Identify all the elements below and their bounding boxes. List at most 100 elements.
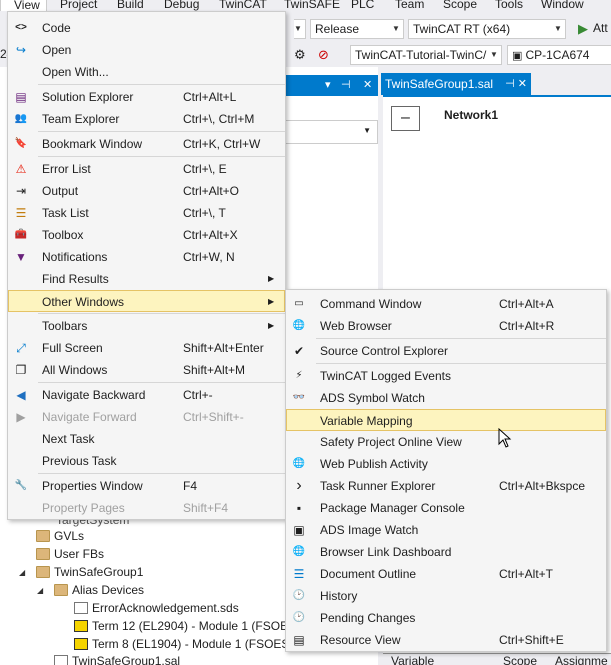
label: Navigate Forward bbox=[42, 410, 137, 424]
tab-buttons[interactable]: ⊣ ✕ bbox=[505, 73, 527, 95]
menu-item-ads-image-watch[interactable]: ▣ ADS Image Watch bbox=[286, 519, 606, 541]
menu-item-twincat-logged-events[interactable]: ⚡ TwinCAT Logged Events bbox=[286, 365, 606, 387]
tree-item-twinsafegroup1[interactable]: TwinSafeGroup1 bbox=[36, 563, 143, 581]
menu-build[interactable]: Build bbox=[117, 0, 144, 11]
menu-project[interactable]: Project bbox=[60, 0, 97, 11]
search-input[interactable]: ▼ bbox=[283, 120, 378, 144]
target-combo[interactable]: ▣ CP-1CA674 bbox=[507, 45, 611, 65]
shortcut: Ctrl+Alt+X bbox=[183, 228, 238, 242]
menu-separator bbox=[316, 363, 606, 364]
menu-tools[interactable]: Tools bbox=[495, 0, 523, 11]
menu-item-code[interactable]: <> Code bbox=[8, 17, 285, 39]
menu-item-ads-symbol-watch[interactable]: 👓 ADS Symbol Watch bbox=[286, 387, 606, 409]
expand-icon[interactable]: ◢ bbox=[37, 586, 43, 595]
col-assignment[interactable]: Assignme bbox=[555, 654, 608, 665]
menu-twinsafe[interactable]: TwinSAFE bbox=[284, 0, 340, 11]
menu-item-error-list[interactable]: ⚠ Error List Ctrl+\, E bbox=[8, 158, 285, 180]
menu-item-output[interactable]: ⇥ Output Ctrl+Alt+O bbox=[8, 180, 285, 202]
tree-item-term8[interactable]: Term 8 (EL1904) - Module 1 (FSOES) bbox=[74, 635, 293, 653]
menu-item-package-manager-console[interactable]: ▪ Package Manager Console bbox=[286, 497, 606, 519]
menu-team[interactable]: Team bbox=[395, 0, 424, 11]
menu-item-browser-link-dashboard[interactable]: 🌐 Browser Link Dashboard bbox=[286, 541, 606, 563]
menu-item-bookmark-window[interactable]: 🔖 Bookmark Window Ctrl+K, Ctrl+W bbox=[8, 133, 285, 155]
tree-item-user-fbs[interactable]: User FBs bbox=[36, 545, 104, 563]
menu-item-safety-project-online-view[interactable]: Safety Project Online View bbox=[286, 431, 606, 453]
search-dropdown-icon[interactable]: ▼ bbox=[363, 126, 371, 135]
menu-item-open-with[interactable]: Open With... bbox=[8, 61, 285, 83]
platform-combo[interactable]: TwinCAT RT (x64) ▼ bbox=[408, 19, 566, 39]
menu-view[interactable]: View bbox=[0, 0, 47, 12]
label: Other Windows bbox=[42, 295, 125, 309]
label: Safety Project Online View bbox=[320, 435, 462, 449]
document-tab[interactable]: TwinSafeGroup1.sal ⊣ ✕ bbox=[381, 73, 531, 95]
shortcut: Shift+F4 bbox=[183, 501, 229, 515]
menu-item-source-control-explorer[interactable]: ✔ Source Control Explorer bbox=[286, 340, 606, 362]
menu-item-solution-explorer[interactable]: ▤ Solution Explorer Ctrl+Alt+L bbox=[8, 86, 285, 108]
play-icon[interactable]: ▶ bbox=[578, 21, 588, 37]
col-scope[interactable]: Scope bbox=[503, 654, 537, 665]
menu-item-team-explorer[interactable]: 👥 Team Explorer Ctrl+\, Ctrl+M bbox=[8, 108, 285, 130]
menu-item-other-windows[interactable]: Other Windows ▶ bbox=[8, 290, 285, 312]
menu-item-properties-window[interactable]: 🔧 Properties Window F4 bbox=[8, 475, 285, 497]
menu-item-property-pages[interactable]: Property Pages Shift+F4 bbox=[8, 497, 285, 519]
menu-item-web-browser[interactable]: 🌐 Web Browser Ctrl+Alt+R bbox=[286, 315, 606, 337]
pin-icon[interactable]: ⊣ bbox=[341, 78, 351, 91]
close-icon[interactable]: ✕ bbox=[363, 78, 372, 91]
shortcut: Ctrl+Shift+E bbox=[499, 633, 564, 647]
label: Properties Window bbox=[42, 479, 143, 493]
tree-label: Term 8 (EL1904) - Module 1 (FSOES) bbox=[92, 637, 294, 651]
menu-separator bbox=[38, 473, 285, 474]
menu-window[interactable]: Window bbox=[541, 0, 584, 11]
team-icon: 👥 bbox=[14, 113, 28, 124]
menu-item-task-runner-explorer[interactable]: › Task Runner Explorer Ctrl+Alt+Bkspce bbox=[286, 475, 606, 497]
tree-item-gvls[interactable]: GVLs bbox=[36, 527, 84, 545]
project-combo[interactable]: TwinCAT-Tutorial-TwinC/▼ bbox=[350, 45, 502, 65]
tool-icon[interactable]: ⚙ bbox=[294, 47, 312, 63]
menu-item-all-windows[interactable]: ❐ All Windows Shift+Alt+M bbox=[8, 359, 285, 381]
expand-icon[interactable]: ◢ bbox=[19, 568, 25, 577]
menu-item-open[interactable]: ↪ Open bbox=[8, 39, 285, 61]
menu-item-toolbox[interactable]: 🧰 Toolbox Ctrl+Alt+X bbox=[8, 224, 285, 246]
menu-item-variable-mapping[interactable]: Variable Mapping bbox=[286, 409, 606, 431]
submenu-arrow-icon: ▶ bbox=[268, 274, 275, 283]
menu-item-resource-view[interactable]: ▤ Resource View Ctrl+Shift+E bbox=[286, 629, 606, 651]
tree-item-alias-devices[interactable]: Alias Devices bbox=[54, 581, 144, 599]
clock-icon: 🕑 bbox=[292, 590, 306, 601]
config-combo[interactable]: Release ▼ bbox=[310, 19, 404, 39]
dropdown-icon[interactable]: ▾ bbox=[325, 78, 331, 91]
col-variable[interactable]: Variable bbox=[391, 654, 434, 665]
menu-item-task-list[interactable]: ☰ Task List Ctrl+\, T bbox=[8, 202, 285, 224]
label: Browser Link Dashboard bbox=[320, 545, 452, 559]
collapse-button[interactable]: – bbox=[391, 106, 420, 131]
menu-item-document-outline[interactable]: ☰ Document Outline Ctrl+Alt+T bbox=[286, 563, 606, 585]
menu-item-find-results[interactable]: Find Results ▶ bbox=[8, 268, 285, 290]
menu-scope[interactable]: Scope bbox=[443, 0, 477, 11]
label: Toolbox bbox=[42, 228, 84, 242]
menu-item-previous-task[interactable]: Previous Task bbox=[8, 450, 285, 472]
disable-icon[interactable]: ⊘ bbox=[318, 47, 336, 63]
navigate-backward-icon: ◀ bbox=[16, 388, 26, 402]
label: Notifications bbox=[42, 250, 108, 264]
attach-button[interactable]: Att bbox=[593, 21, 608, 35]
menu-item-full-screen[interactable]: ⤢ Full Screen Shift+Alt+Enter bbox=[8, 337, 285, 359]
menu-item-toolbars[interactable]: Toolbars ▶ bbox=[8, 315, 285, 337]
menu-twincat[interactable]: TwinCAT bbox=[219, 0, 267, 11]
combo-fragment[interactable]: ▼ bbox=[294, 19, 306, 39]
menu-item-command-window[interactable]: ▭ Command Window Ctrl+Alt+A bbox=[286, 293, 606, 315]
menu-item-history[interactable]: 🕑 History bbox=[286, 585, 606, 607]
menu-debug[interactable]: Debug bbox=[164, 0, 199, 11]
menu-plc[interactable]: PLC bbox=[351, 0, 374, 11]
tree-item-group-sal[interactable]: TwinSafeGroup1.sal bbox=[54, 652, 180, 665]
menu-item-notifications[interactable]: ▼ Notifications Ctrl+W, N bbox=[8, 246, 285, 268]
target-value: CP-1CA674 bbox=[525, 48, 590, 62]
menu-item-next-task[interactable]: Next Task bbox=[8, 428, 285, 450]
menu-item-pending-changes[interactable]: 🕑 Pending Changes bbox=[286, 607, 606, 629]
variable-grid-header: Variable Scope Assignme bbox=[383, 653, 611, 665]
menu-item-web-publish-activity[interactable]: 🌐 Web Publish Activity bbox=[286, 453, 606, 475]
menu-item-navigate-backward[interactable]: ◀ Navigate Backward Ctrl+- bbox=[8, 384, 285, 406]
tree-item-error-ack[interactable]: ErrorAcknowledgement.sds bbox=[74, 599, 239, 617]
bookmark-icon: 🔖 bbox=[14, 138, 28, 149]
tree-item-term12[interactable]: Term 12 (EL2904) - Module 1 (FSOES) bbox=[74, 617, 300, 635]
menu-item-navigate-forward[interactable]: ▶ Navigate Forward Ctrl+Shift+- bbox=[8, 406, 285, 428]
menu-separator bbox=[38, 313, 285, 314]
